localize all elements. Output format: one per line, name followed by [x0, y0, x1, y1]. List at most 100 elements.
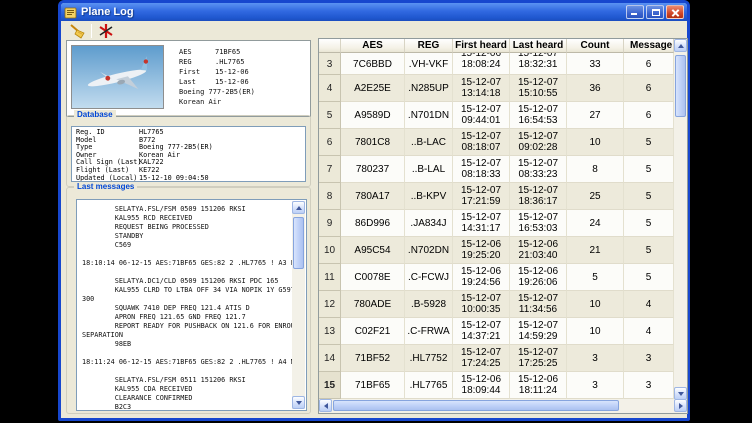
table-row[interactable]: 67801C8..B-LAC15-12-07 08:18:0715-12-07 … [319, 129, 674, 156]
table-header: AESREGFirst heardLast heardCountMessage … [319, 39, 674, 53]
summary-label: AES [179, 47, 215, 57]
count-cell: 3 [567, 345, 624, 372]
row-number-cell: 15 [319, 372, 341, 399]
row-number-cell: 12 [319, 291, 341, 318]
aes-cell: 780237 [341, 156, 405, 183]
column-header[interactable]: AES [341, 39, 405, 53]
row-number-cell: 9 [319, 210, 341, 237]
column-header[interactable]: REG [405, 39, 453, 53]
summary-value: .HL7765 [215, 58, 245, 66]
scroll-up-button[interactable] [674, 39, 687, 52]
aircraft-summary-text: AES71BF65REG.HL7765First15-12-06Last15-1… [179, 47, 255, 107]
table-row[interactable]: 1571BF65.HL776515-12-06 18:09:4415-12-06… [319, 372, 674, 399]
messages-scrollbar[interactable] [292, 201, 305, 409]
row-number-cell: 13 [319, 318, 341, 345]
message-count-cell: 5 [624, 183, 674, 210]
reg-cell: .B-5928 [405, 291, 453, 318]
last-heard-cell: 15-12-07 15:10:55 [510, 75, 567, 102]
table-row[interactable]: 10A95C54.N702DN15-12-06 19:25:2015-12-06… [319, 237, 674, 264]
summary-row: AES71BF65 [179, 47, 255, 57]
clear-log-button[interactable] [67, 22, 87, 40]
scroll-up-button[interactable] [292, 201, 305, 214]
maximize-button[interactable] [646, 5, 664, 19]
summary-value: 71BF65 [215, 48, 240, 56]
toolbar-separator [91, 24, 92, 38]
minimize-button[interactable] [626, 5, 644, 19]
first-heard-cell: 15-12-07 08:18:33 [453, 156, 510, 183]
scroll-right-button[interactable] [674, 399, 687, 412]
last-heard-cell: 15-12-07 11:34:56 [510, 291, 567, 318]
database-field-row: Updated (Local)15-12-10 09:04:50 [76, 175, 305, 182]
aes-cell: 7801C8 [341, 129, 405, 156]
desktop-background: Plane Log [0, 0, 752, 423]
table-row[interactable]: 7780237..B-LAL15-12-07 08:18:3315-12-07 … [319, 156, 674, 183]
messages-text: SELATYA.FSL/FSM 0509 151206 RKSI KAL955 … [78, 201, 292, 409]
reg-cell: .VH-VKF [405, 53, 453, 75]
aes-cell: C02F21 [341, 318, 405, 345]
summary-value: 15-12-06 [215, 78, 249, 86]
last-heard-cell: 15-12-07 17:25:25 [510, 345, 567, 372]
scrollbar-thumb[interactable] [675, 55, 686, 117]
last-heard-cell: 15-12-07 16:54:53 [510, 102, 567, 129]
titlebar[interactable]: Plane Log [61, 3, 687, 21]
count-cell: 27 [567, 102, 624, 129]
table-row[interactable]: 5A9589D.N701DN15-12-07 09:44:0115-12-07 … [319, 102, 674, 129]
aes-cell: A9589D [341, 102, 405, 129]
scroll-down-button[interactable] [292, 396, 305, 409]
last-heard-cell: 15-12-07 18:32:31 [510, 53, 567, 75]
last-heard-cell: 15-12-06 21:03:40 [510, 237, 567, 264]
database-groupbox: Database Reg. IDHL7765ModelB772TypeBoein… [66, 115, 311, 187]
scrollbar-thumb[interactable] [293, 217, 304, 269]
column-header[interactable]: First heard [453, 39, 510, 53]
table-row[interactable]: 8780A17..B-KPV15-12-07 17:21:5915-12-07 … [319, 183, 674, 210]
first-heard-cell: 15-12-06 18:09:44 [453, 372, 510, 399]
table-row[interactable]: 986D996.JA834J15-12-07 14:31:1715-12-07 … [319, 210, 674, 237]
first-heard-cell: 15-12-07 14:37:21 [453, 318, 510, 345]
table-row[interactable]: 13C02F21.C-FRWA15-12-07 14:37:2115-12-07… [319, 318, 674, 345]
table-row[interactable]: 11C0078E.C-FCWJ15-12-06 19:24:5615-12-06… [319, 264, 674, 291]
reg-cell: .HL7752 [405, 345, 453, 372]
scroll-left-button[interactable] [319, 399, 332, 412]
last-heard-cell: 15-12-07 16:53:03 [510, 210, 567, 237]
table-row[interactable]: 37C6BBD.VH-VKF15-12-06 18:08:2415-12-07 … [319, 53, 674, 75]
first-heard-cell: 15-12-07 17:21:59 [453, 183, 510, 210]
message-count-cell: 5 [624, 210, 674, 237]
column-header[interactable]: Message count [624, 39, 674, 53]
last-heard-cell: 15-12-06 19:26:06 [510, 264, 567, 291]
table-row[interactable]: 12780ADE.B-592815-12-07 10:00:3515-12-07… [319, 291, 674, 318]
message-count-cell: 4 [624, 291, 674, 318]
message-count-cell: 6 [624, 102, 674, 129]
summary-label: REG [179, 57, 215, 67]
row-number-cell: 6 [319, 129, 341, 156]
database-field-row: Reg. IDHL7765 [76, 129, 305, 137]
aes-cell: 780ADE [341, 291, 405, 318]
mark-plane-button[interactable] [96, 22, 116, 40]
close-button[interactable] [666, 5, 684, 19]
count-cell: 3 [567, 372, 624, 399]
table-row[interactable]: 4A2E25E.N285UP15-12-07 13:14:1815-12-07 … [319, 75, 674, 102]
table-horizontal-scrollbar[interactable] [319, 399, 687, 413]
column-header[interactable]: Count [567, 39, 624, 53]
table-vertical-scrollbar[interactable] [674, 39, 687, 400]
reg-cell: ..B-LAC [405, 129, 453, 156]
scrollbar-thumb[interactable] [333, 400, 619, 411]
aes-cell: 86D996 [341, 210, 405, 237]
aes-cell: C0078E [341, 264, 405, 291]
messages-textarea[interactable]: SELATYA.FSL/FSM 0509 151206 RKSI KAL955 … [76, 199, 307, 411]
table-body: 37C6BBD.VH-VKF15-12-06 18:08:2415-12-07 … [319, 53, 674, 399]
message-count-cell: 3 [624, 345, 674, 372]
row-number-cell: 3 [319, 53, 341, 75]
aircraft-type-line: Boeing 777-2B5(ER) [179, 87, 255, 97]
first-heard-cell: 15-12-07 14:31:17 [453, 210, 510, 237]
table-row[interactable]: 1471BF52.HL775215-12-07 17:24:2515-12-07… [319, 345, 674, 372]
first-heard-cell: 15-12-06 19:25:20 [453, 237, 510, 264]
airline-line: Korean Air [179, 97, 255, 107]
first-heard-cell: 15-12-07 09:44:01 [453, 102, 510, 129]
last-heard-cell: 15-12-07 08:33:23 [510, 156, 567, 183]
summary-row: REG.HL7765 [179, 57, 255, 67]
count-cell: 10 [567, 291, 624, 318]
reg-cell: .N702DN [405, 237, 453, 264]
column-header[interactable] [319, 39, 341, 53]
message-count-cell: 5 [624, 237, 674, 264]
column-header[interactable]: Last heard [510, 39, 567, 53]
